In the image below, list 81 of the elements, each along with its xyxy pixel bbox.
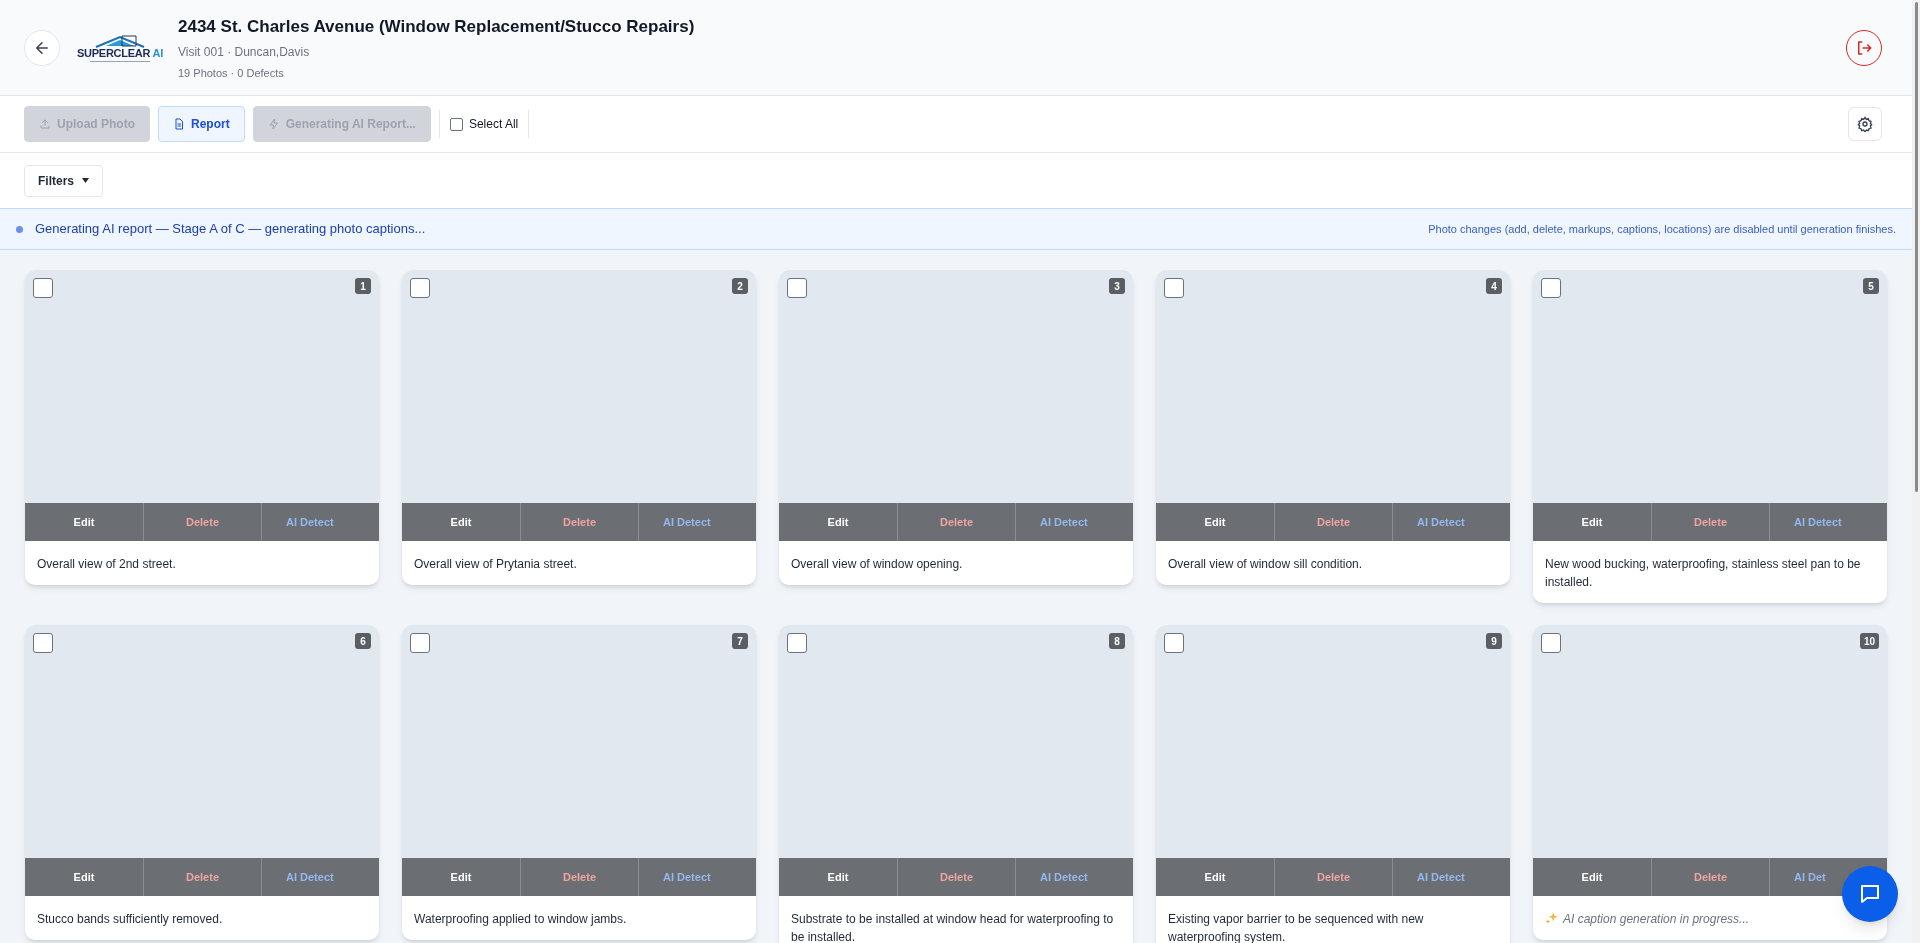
sparkle-icon bbox=[1545, 911, 1559, 925]
visit-info: Visit 001 · Duncan,Davis bbox=[178, 44, 311, 61]
delete-button[interactable]: Delete bbox=[563, 503, 596, 541]
ai-detect-button[interactable]: AI Detect bbox=[286, 503, 334, 541]
photo-caption: Overall view of window opening. bbox=[791, 556, 963, 573]
photo-checkbox[interactable] bbox=[1541, 278, 1561, 298]
photo-number: 6 bbox=[355, 633, 371, 649]
delete-button[interactable]: Delete bbox=[940, 858, 973, 896]
banner-message: Generating AI report — Stage A of C — generating photo captions... bbox=[35, 220, 426, 239]
edit-button[interactable]: Edit bbox=[1581, 858, 1603, 896]
delete-button[interactable]: Delete bbox=[940, 503, 973, 541]
photo-number: 9 bbox=[1486, 633, 1502, 649]
edit-button[interactable]: Edit bbox=[1204, 858, 1226, 896]
select-all-checkbox[interactable] bbox=[449, 117, 463, 131]
ai-detect-button[interactable]: AI Detect bbox=[286, 858, 334, 896]
caption-pending-text: AI caption generation in progress... bbox=[1563, 911, 1750, 928]
photo-caption: New wood bucking, waterproofing, stainless steel pan to be installed. bbox=[1545, 556, 1862, 591]
photo-number: 1 bbox=[355, 278, 371, 294]
delete-button[interactable]: Delete bbox=[1694, 503, 1727, 541]
report-button[interactable]: Report bbox=[158, 106, 245, 142]
photo-checkbox[interactable] bbox=[33, 278, 53, 298]
photo-checkbox[interactable] bbox=[1541, 633, 1561, 653]
edit-button[interactable]: Edit bbox=[73, 503, 95, 541]
select-all-label[interactable]: Select All bbox=[468, 115, 519, 133]
banner-note: Photo changes (add, delete, markups, captions, locations) are disabled until generation finishes. bbox=[1428, 221, 1896, 237]
photo-number: 7 bbox=[732, 633, 748, 649]
ai-detect-button[interactable]: AI Det bbox=[1794, 858, 1826, 896]
delete-button[interactable]: Delete bbox=[1317, 503, 1350, 541]
upload-icon bbox=[39, 118, 51, 130]
photo-caption: Existing vapor barrier to be sequenced with new waterproofing system. bbox=[1168, 911, 1425, 943]
delete-button[interactable]: Delete bbox=[1694, 858, 1727, 896]
photo-number: 5 bbox=[1863, 278, 1879, 294]
photo-caption: Substrate to be installed at window head for waterproofing to be installed. bbox=[791, 911, 1115, 943]
chat-bubble-icon bbox=[1858, 882, 1882, 906]
ai-detect-button[interactable]: AI Detect bbox=[663, 858, 711, 896]
photo-caption: Overall view of 2nd street. bbox=[37, 556, 176, 573]
document-icon bbox=[173, 118, 185, 130]
filters-button[interactable]: Filters bbox=[24, 164, 103, 197]
ai-detect-button[interactable]: AI Detect bbox=[1040, 503, 1088, 541]
lightning-icon bbox=[267, 118, 280, 130]
photo-checkbox[interactable] bbox=[33, 633, 53, 653]
ai-detect-button[interactable]: AI Detect bbox=[1417, 858, 1465, 896]
photo-number: 2 bbox=[732, 278, 748, 294]
photo-checkbox[interactable] bbox=[787, 278, 807, 298]
photo-number: 3 bbox=[1109, 278, 1125, 294]
delete-button[interactable]: Delete bbox=[186, 858, 219, 896]
delete-button[interactable]: Delete bbox=[1317, 858, 1350, 896]
edit-button[interactable]: Edit bbox=[1581, 503, 1603, 541]
ai-detect-button[interactable]: AI Detect bbox=[1794, 503, 1842, 541]
photo-checkbox[interactable] bbox=[1164, 278, 1184, 298]
logo-text: SUPERCLEAR AI bbox=[77, 47, 163, 59]
ai-detect-button[interactable]: AI Detect bbox=[1417, 503, 1465, 541]
ai-detect-button[interactable]: AI Detect bbox=[663, 503, 711, 541]
photo-number: 8 bbox=[1109, 633, 1125, 649]
photo-checkbox[interactable] bbox=[787, 633, 807, 653]
delete-button[interactable]: Delete bbox=[563, 858, 596, 896]
photo-caption: Stucco bands sufficiently removed. bbox=[37, 911, 223, 928]
photo-checkbox[interactable] bbox=[410, 633, 430, 653]
photo-number: 10 bbox=[1859, 633, 1879, 649]
caret-icon bbox=[82, 178, 89, 183]
scrollbar-thumb[interactable] bbox=[1914, 2, 1918, 492]
photo-caption: Overall view of Prytania street. bbox=[414, 556, 577, 573]
ai-detect-button[interactable]: AI Detect bbox=[1040, 858, 1088, 896]
settings-button[interactable] bbox=[1848, 107, 1882, 141]
photo-stats: 19 Photos · 0 Defects bbox=[178, 66, 285, 81]
photo-caption: Overall view of window sill condition. bbox=[1168, 556, 1363, 573]
edit-button[interactable]: Edit bbox=[827, 858, 849, 896]
edit-button[interactable]: Edit bbox=[1204, 503, 1226, 541]
photo-number: 4 bbox=[1486, 278, 1502, 294]
settings-icon bbox=[1857, 116, 1873, 132]
edit-button[interactable]: Edit bbox=[827, 503, 849, 541]
back-button[interactable] bbox=[24, 29, 60, 66]
photo-checkbox[interactable] bbox=[1164, 633, 1184, 653]
photo-checkbox[interactable] bbox=[410, 278, 430, 298]
delete-button[interactable]: Delete bbox=[186, 503, 219, 541]
logout-icon bbox=[1855, 38, 1873, 57]
page-title: 2434 St. Charles Avenue (Window Replacement/Stucco Repairs) bbox=[178, 15, 695, 38]
edit-button[interactable]: Edit bbox=[450, 503, 472, 541]
edit-button[interactable]: Edit bbox=[450, 858, 472, 896]
edit-button[interactable]: Edit bbox=[73, 858, 95, 896]
photo-caption: Waterproofing applied to window jambs. bbox=[414, 911, 627, 928]
